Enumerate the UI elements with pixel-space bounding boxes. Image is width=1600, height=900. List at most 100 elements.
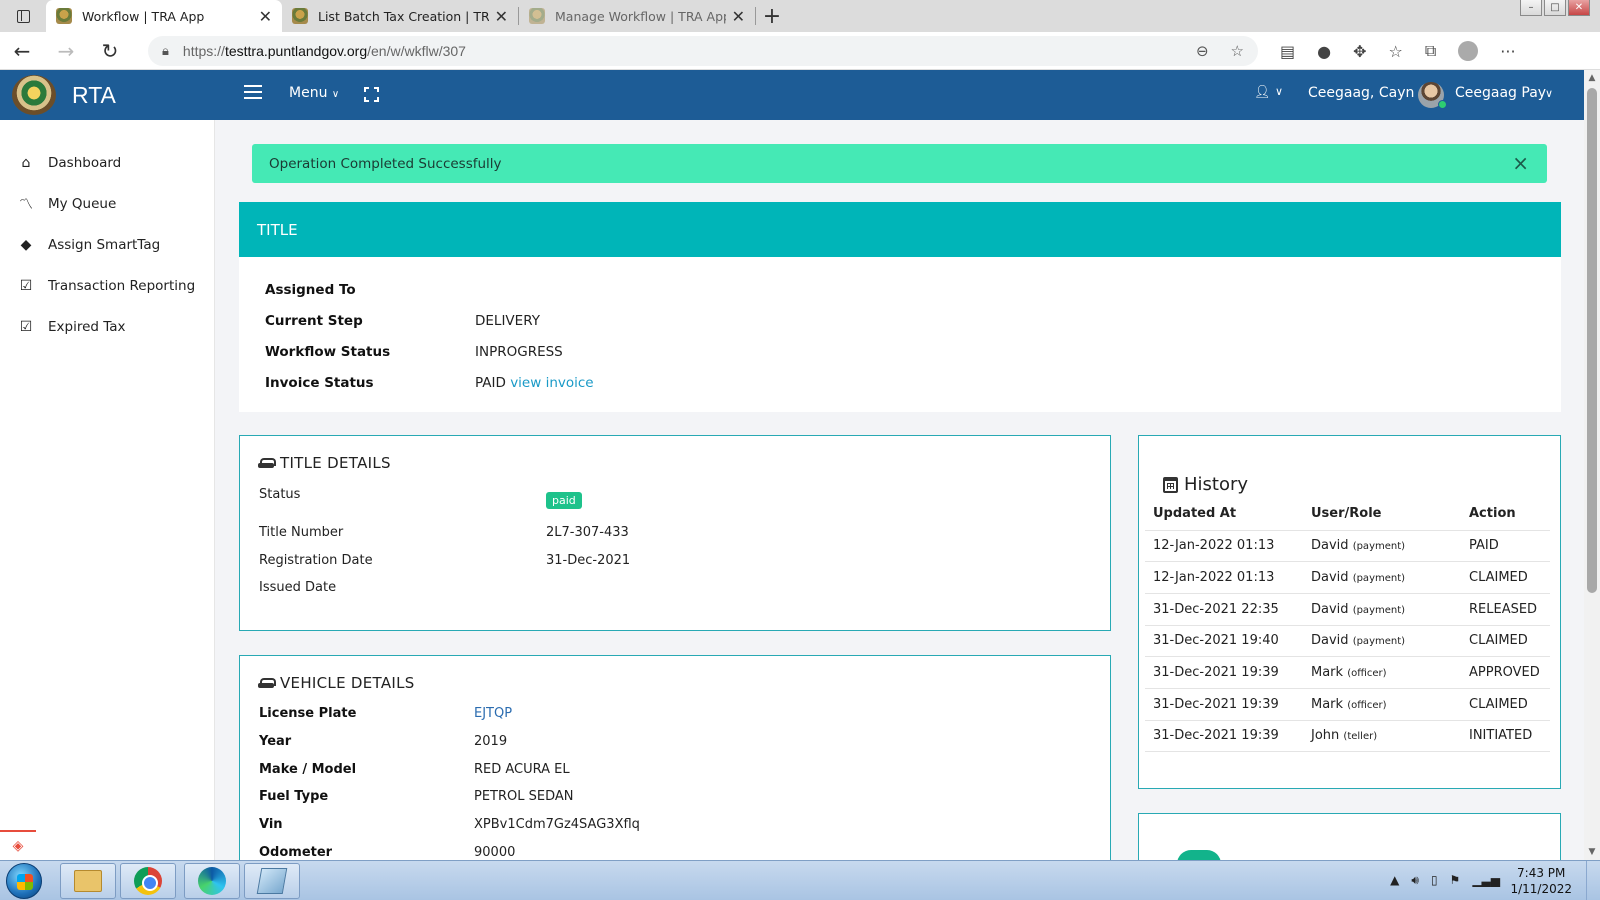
user-name[interactable]: Ceegaag, Cayn [1308, 85, 1414, 101]
address-bar[interactable]: 🔒︎ https://testtra.puntlandgov.org/en/w/… [148, 36, 1258, 66]
action-cell: RELEASED [1461, 593, 1550, 626]
minimize-button[interactable]: – [1520, 0, 1542, 16]
updated-at-cell: 31-Dec-2021 19:39 [1145, 656, 1303, 689]
chevron-down-icon[interactable]: ∨ [1545, 87, 1553, 100]
new-tab-button[interactable]: + [756, 0, 788, 32]
tab-title: Workflow | TRA App [82, 8, 205, 24]
vin-label: Vin [259, 817, 283, 832]
user-role-cell: David (payment) [1303, 593, 1461, 626]
sidebar: ⌂ Dashboard 〽 My Queue ◆ Assign SmartTag… [0, 120, 215, 860]
table-row: 31-Dec-2021 19:39 Mark (officer) CLAIMED [1145, 688, 1550, 721]
odometer-label: Odometer [259, 845, 333, 860]
browser-extensions: ▤ ● ✥ ☆ ⧉ ··· [1280, 32, 1516, 70]
sidebar-item-expired-tax[interactable]: ☑ Expired Tax [0, 306, 214, 347]
browser-tab-bar: Workflow | TRA App ✕ List Batch Tax Crea… [0, 0, 1600, 32]
zoom-out-icon[interactable]: ⊖ [1196, 42, 1209, 60]
volume-icon[interactable]: 🔊︎ [1411, 873, 1419, 888]
sidebar-item-label: My Queue [48, 195, 117, 212]
user-role-cell: Mark (officer) [1303, 688, 1461, 721]
url-text[interactable]: https://testtra.puntlandgov.org/en/w/wkf… [183, 43, 466, 59]
start-button[interactable] [6, 863, 42, 899]
user-role-cell: David (payment) [1303, 561, 1461, 594]
edge-button[interactable] [184, 863, 240, 899]
registration-date-value: 31-Dec-2021 [546, 553, 631, 568]
sidebar-item-transaction-reporting[interactable]: ☑ Transaction Reporting [0, 265, 214, 306]
maximize-button[interactable]: □ [1544, 0, 1566, 16]
system-tray: ▲ 🔊︎ ▯ ⚑ ▁▃▅ [1390, 873, 1500, 888]
add-favorite-icon[interactable]: ☆ [1231, 42, 1244, 60]
table-row: 12-Jan-2022 01:13 David (payment) CLAIME… [1145, 561, 1550, 594]
line-chart-icon: 〽 [19, 196, 33, 213]
forward-arrow-icon[interactable]: → [44, 39, 88, 63]
title-card: TITLE Assigned To Current Step DELIVERY … [239, 202, 1561, 412]
browser-tab[interactable]: Workflow | TRA App ✕ [46, 0, 282, 32]
current-step-value: DELIVERY [475, 313, 540, 329]
sidebar-item-assign-smarttag[interactable]: ◆ Assign SmartTag [0, 224, 214, 265]
collections-icon[interactable]: ⧉ [1425, 41, 1436, 61]
show-desktop-button[interactable] [1586, 861, 1600, 900]
tags-icon: ◆ [20, 236, 32, 253]
current-step-label: Current Step [265, 313, 363, 329]
menu-dropdown[interactable]: Menu ∨ [289, 85, 339, 101]
make-model-label: Make / Model [259, 762, 357, 777]
hamburger-menu-icon[interactable] [244, 85, 262, 99]
license-plate-link[interactable]: EJTQP [474, 706, 512, 721]
tab-title: Manage Workflow | TRA App [555, 8, 726, 24]
close-tab-icon[interactable]: ✕ [259, 7, 272, 26]
tray-expand-icon[interactable]: ▲ [1390, 873, 1399, 888]
more-options-icon[interactable]: ··· [1500, 42, 1515, 61]
history-heading: History [1163, 474, 1248, 495]
profile-name[interactable]: Ceegaag Pay [1455, 85, 1546, 101]
network-warning-icon[interactable]: ⚑ [1450, 873, 1461, 888]
scroll-down-icon[interactable]: ▼ [1584, 844, 1600, 860]
chrome-button[interactable] [120, 863, 176, 899]
page-scrollbar[interactable]: ▲ ▼ [1584, 70, 1600, 860]
home-icon: ⌂ [21, 154, 31, 171]
browser-tab[interactable]: Manage Workflow | TRA App ✕ [519, 0, 755, 32]
shield-extension-icon[interactable]: ● [1317, 42, 1331, 61]
user-icon[interactable]: 👤︎ [1254, 85, 1271, 100]
browser-profile-icon[interactable] [1458, 41, 1479, 61]
app-brand[interactable]: RTA [72, 82, 116, 109]
updated-at-cell: 31-Dec-2021 22:35 [1145, 593, 1303, 626]
user-role-cell: David (payment) [1303, 625, 1461, 658]
extensions-icon[interactable]: ✥ [1353, 42, 1366, 61]
odometer-value: 90000 [474, 845, 516, 860]
close-tab-icon[interactable]: ✕ [732, 7, 745, 26]
updated-at-cell: 31-Dec-2021 19:40 [1145, 625, 1303, 658]
favorites-icon[interactable]: ☆ [1389, 42, 1403, 61]
tab-actions-icon[interactable] [0, 0, 46, 32]
browser-tab[interactable]: List Batch Tax Creation | TRA App ✕ [282, 0, 518, 32]
fullscreen-icon[interactable] [364, 87, 379, 102]
close-tab-icon[interactable]: ✕ [495, 7, 508, 26]
chevron-down-icon[interactable]: ∨ [1275, 85, 1283, 98]
history-table: Updated At User/Role Action 12-Jan-2022 … [1145, 498, 1550, 753]
title-details-heading: TITLE DETAILS [258, 454, 391, 472]
scroll-up-icon[interactable]: ▲ [1584, 70, 1600, 86]
action-cell: CLAIMED [1461, 688, 1550, 721]
debugbar-icon[interactable]: ◈ [0, 830, 36, 860]
title-card-header: TITLE [239, 202, 1561, 257]
vehicle-details-card: VEHICLE DETAILS License Plate EJTQP Year… [239, 655, 1111, 865]
updated-at-cell: 31-Dec-2021 19:39 [1145, 688, 1303, 721]
user-role-cell: David (payment) [1303, 530, 1461, 563]
lock-icon[interactable]: 🔒︎ [162, 44, 169, 59]
file-explorer-button[interactable] [60, 863, 116, 899]
battery-icon[interactable]: ▯ [1431, 873, 1438, 888]
reading-list-icon[interactable]: ▤ [1280, 42, 1295, 61]
scrollbar-thumb[interactable] [1587, 88, 1597, 593]
close-window-button[interactable]: ✕ [1568, 0, 1590, 16]
signal-icon[interactable]: ▁▃▅ [1472, 873, 1500, 888]
view-invoice-link[interactable]: view invoice [510, 375, 593, 391]
app-header: RTA Menu ∨ 👤︎ ∨ Ceegaag, Cayn Ceegaag Pa… [0, 70, 1584, 120]
success-alert: Operation Completed Successfully × [252, 144, 1547, 183]
sidebar-item-dashboard[interactable]: ⌂ Dashboard [0, 142, 214, 183]
table-row: 31-Dec-2021 19:40 David (payment) CLAIME… [1145, 625, 1550, 658]
sidebar-item-my-queue[interactable]: 〽 My Queue [0, 183, 214, 224]
taskbar-clock[interactable]: 7:43 PM 1/11/2022 [1510, 865, 1572, 897]
reload-icon[interactable]: ↻ [88, 39, 132, 63]
close-icon[interactable]: × [1512, 151, 1529, 175]
back-arrow-icon[interactable]: ← [0, 39, 44, 63]
notes-app-button[interactable] [244, 863, 300, 899]
sidebar-item-label: Transaction Reporting [48, 277, 196, 294]
